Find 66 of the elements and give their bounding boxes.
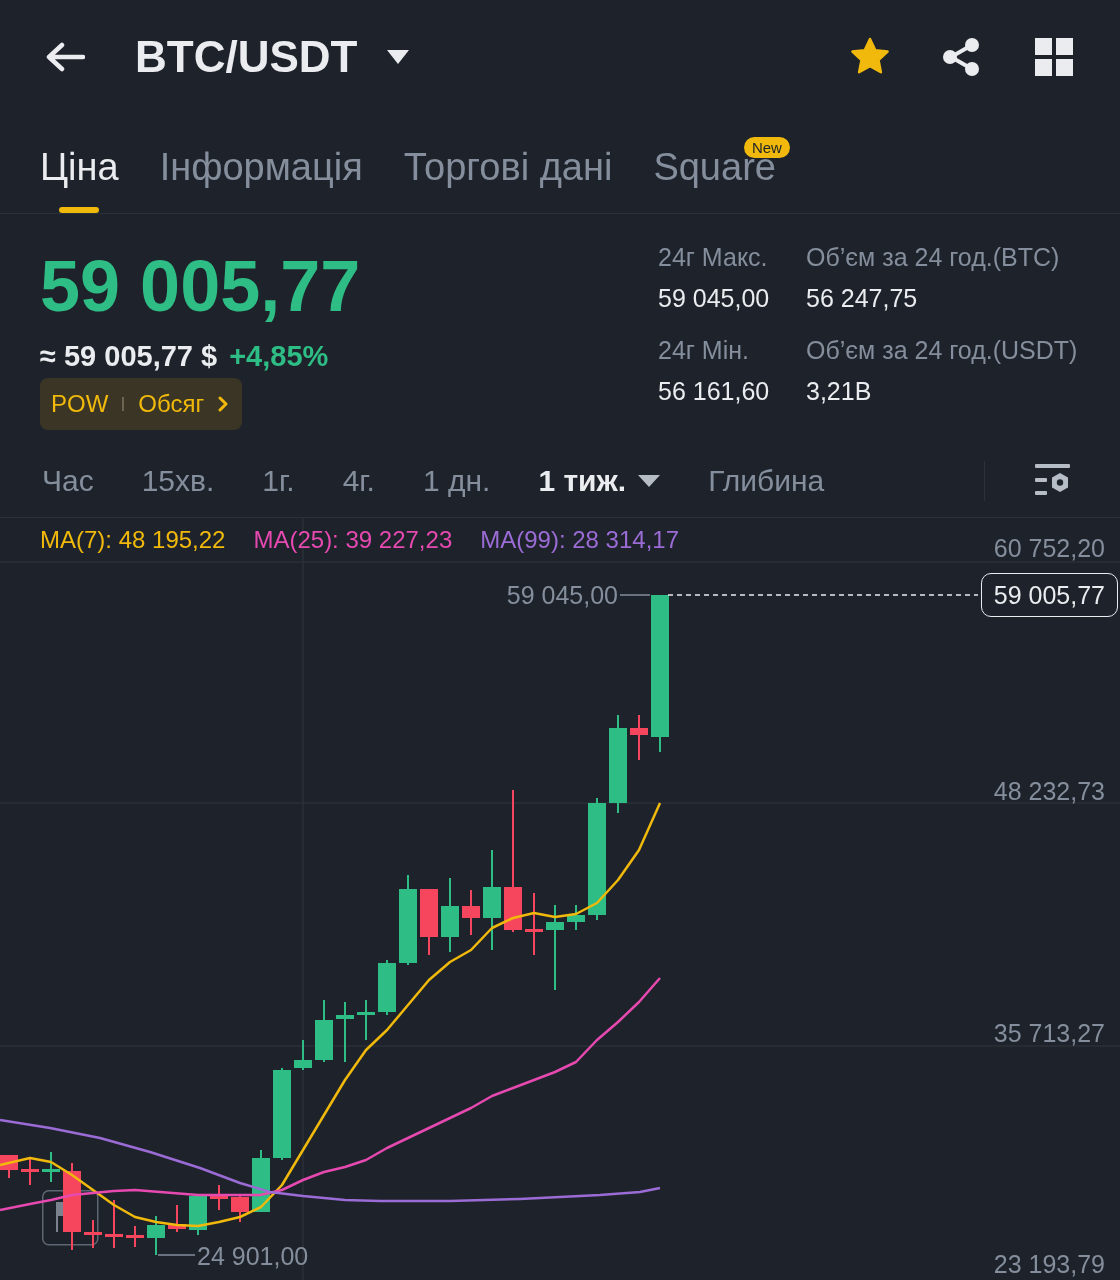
interval-tab[interactable]: Час	[42, 466, 94, 496]
candlestick	[42, 1152, 60, 1182]
leader-line	[619, 594, 651, 596]
stat-value: 56 161,60	[658, 376, 771, 407]
low-price-label: 24 901,00	[197, 1242, 309, 1270]
price-axis-label: 35 713,27	[993, 1019, 1105, 1047]
candlestick	[168, 1205, 186, 1232]
high-price-label: 59 045,00	[506, 581, 618, 609]
candlestick	[126, 1226, 144, 1247]
tab[interactable]: Ціна	[40, 114, 119, 213]
candlestick	[294, 1040, 312, 1070]
candlestick	[210, 1185, 228, 1210]
candlestick	[147, 1216, 165, 1255]
candlestick	[315, 1000, 333, 1062]
candlestick	[231, 1196, 249, 1222]
usd-price: ≈ 59 005,77 $	[40, 339, 218, 373]
interval-tab[interactable]: 15хв.	[141, 466, 215, 496]
category-tag[interactable]: POW	[51, 392, 109, 416]
stat-value: 56 247,75	[806, 283, 919, 314]
stat-value: 3,21B	[806, 376, 873, 407]
moving-average-value: MA(25): 39 227,23	[253, 526, 453, 554]
last-price: 59 005,77	[40, 250, 362, 322]
category-tag[interactable]: Обсяг	[138, 392, 205, 416]
tab[interactable]: Інформація	[159, 114, 363, 213]
interval-tab[interactable]: 1г.	[262, 466, 295, 496]
moving-average-value: MA(7): 48 195,22	[40, 526, 226, 554]
price-axis-label: 23 193,79	[993, 1250, 1105, 1278]
pair-title[interactable]: BTC/USDT	[135, 35, 358, 79]
candlestick	[357, 1000, 375, 1040]
candlestick	[189, 1195, 207, 1235]
candlestick	[21, 1158, 39, 1185]
interval-tab[interactable]: Глибина	[708, 466, 825, 496]
tab[interactable]: Торгові дані	[403, 114, 613, 213]
last-price-label: 59 005,77	[980, 573, 1118, 617]
leader-line	[157, 1254, 196, 1256]
candlestick	[630, 715, 648, 760]
caret-down-icon[interactable]	[387, 50, 410, 64]
tag-bar[interactable]: POW Обсяг	[40, 378, 243, 430]
caret-down-icon[interactable]	[638, 475, 661, 487]
candlestick	[84, 1220, 102, 1248]
price-axis-label: 48 232,73	[993, 777, 1105, 805]
interval-tab[interactable]: 4г.	[342, 466, 375, 496]
moving-average-value: MA(99): 28 314,17	[480, 526, 680, 554]
interval-tab[interactable]: 1 дн.	[422, 466, 491, 496]
candlestick	[525, 893, 543, 955]
candlestick	[105, 1200, 123, 1248]
interval-tab[interactable]: 1 тиж.	[538, 466, 661, 496]
stat-value: 59 045,00	[658, 283, 771, 314]
candlestick	[0, 1155, 18, 1178]
stat-label: Об’єм за 24 год.(BTC)	[806, 242, 1061, 273]
chevron-right-icon[interactable]	[218, 396, 229, 412]
stat-label: 24г Макс.	[658, 242, 769, 273]
share-icon[interactable]	[942, 37, 982, 77]
price-axis-label: 60 752,20	[993, 534, 1105, 562]
candlestick	[462, 890, 480, 935]
candlestick	[378, 960, 396, 1015]
candlestick	[336, 1002, 354, 1062]
new-badge: New	[743, 137, 790, 158]
candlestick	[420, 889, 438, 955]
stat-label: Об’єм за 24 год.(USDT)	[806, 335, 1079, 366]
back-arrow-icon[interactable]	[45, 41, 85, 73]
stat-label: 24г Мін.	[658, 335, 750, 366]
grid-icon[interactable]	[1035, 38, 1073, 76]
price-change: +4,85%	[229, 339, 329, 373]
chart-settings-icon[interactable]	[1035, 464, 1070, 498]
candlestick	[567, 905, 585, 930]
